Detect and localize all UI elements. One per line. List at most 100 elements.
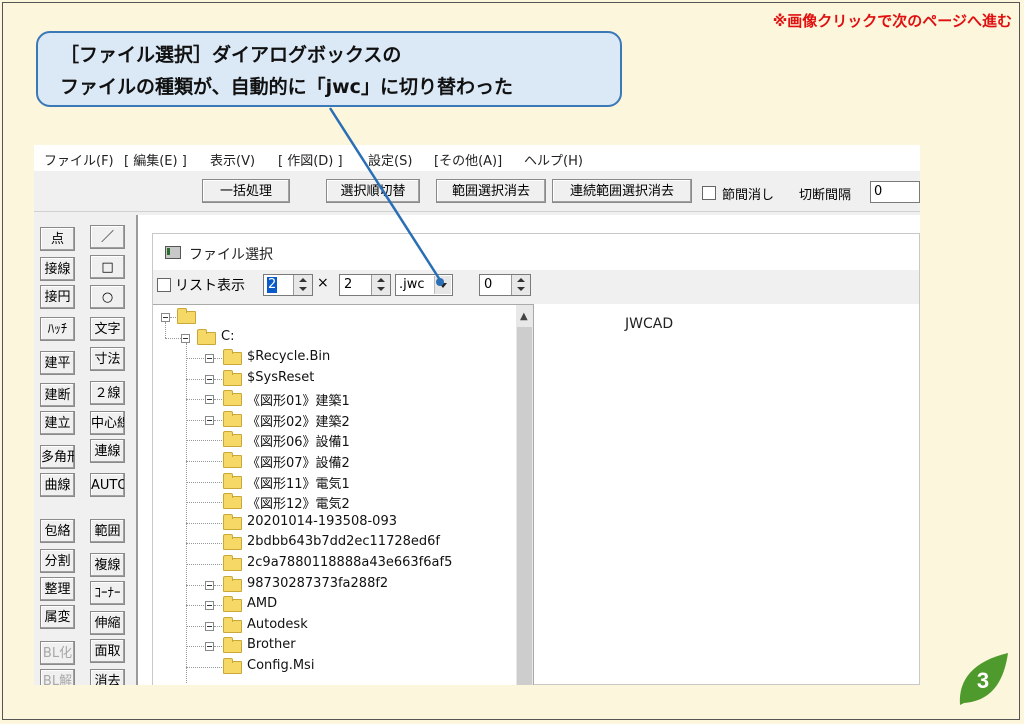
tree-connector	[186, 605, 204, 607]
chevron-up-icon[interactable]: ▲	[520, 311, 528, 322]
tree-folder-item[interactable]: 《図形11》電気1	[247, 473, 350, 492]
folder-icon	[223, 431, 242, 448]
tree-folder-item[interactable]: 《図形01》建築1	[247, 390, 350, 409]
expand-icon[interactable]	[205, 354, 214, 363]
tool-button-col2-10[interactable]: 複線	[90, 553, 125, 577]
segment-clear-checkbox[interactable]	[702, 186, 716, 200]
tree-connector	[186, 625, 204, 627]
selection-order-toggle-button[interactable]: 選択順切替	[326, 179, 420, 203]
expand-icon[interactable]	[205, 374, 214, 384]
next-page-note[interactable]: ※画像クリックで次のページへ進む	[773, 10, 1012, 31]
menu-item-0[interactable]: ファイル(F)	[44, 150, 114, 169]
tree-connector	[170, 317, 176, 318]
tool-button-col1-0[interactable]: 点	[40, 227, 75, 251]
tree-folder-item[interactable]: 《図形12》電気2	[247, 493, 350, 512]
tree-folder-item[interactable]: Brother	[247, 637, 296, 652]
collapse-drive-icon[interactable]	[181, 334, 190, 343]
tool-button-col1-7[interactable]: 多角形	[40, 445, 75, 469]
tree-scrollbar[interactable]: ▲	[516, 305, 533, 685]
rows-spin-buttons[interactable]	[293, 275, 312, 295]
dialog-titlebar: ファイル選択	[153, 234, 919, 270]
chevron-down-icon[interactable]	[434, 276, 451, 294]
tree-folder-item[interactable]: 《図形06》設備1	[247, 431, 350, 450]
tool-button-col2-2[interactable]: ○	[90, 285, 125, 309]
expand-icon[interactable]	[205, 601, 214, 611]
menu-item-3[interactable]: [ 作図(D) ]	[278, 150, 343, 169]
rows-value: 2	[267, 277, 278, 293]
expand-icon[interactable]	[205, 580, 214, 590]
folder-icon	[177, 308, 196, 324]
expand-icon[interactable]	[205, 415, 214, 425]
drive-label[interactable]: C:	[221, 329, 234, 344]
tree-connector	[165, 322, 166, 338]
tree-folder-item[interactable]: 2bdbb643b7dd2ec11728ed6f	[247, 534, 440, 549]
menu-item-1[interactable]: [ 編集(E) ]	[124, 150, 187, 169]
tool-button-col1-12[interactable]: 属変	[40, 605, 75, 629]
tree-folder-item[interactable]: 《図形02》建築2	[247, 411, 350, 430]
folder-icon	[223, 472, 242, 489]
menu-item-4[interactable]: 設定(S)	[368, 150, 412, 169]
tree-folder-item[interactable]: 《図形07》設備2	[247, 452, 350, 471]
tool-button-col2-4[interactable]: 寸法	[90, 347, 125, 371]
cols-spin-buttons[interactable]	[371, 275, 390, 295]
callout-line-1: ［ファイル選択］ダイアログボックスの	[60, 44, 402, 66]
tool-button-col2-9[interactable]: 範囲	[90, 519, 125, 543]
scrollbar-thumb[interactable]	[517, 327, 532, 685]
tool-button-col2-14[interactable]: 消去	[90, 669, 125, 685]
tool-button-col1-1[interactable]: 接線	[40, 257, 75, 281]
folder-icon	[223, 575, 242, 592]
tool-button-col1-14[interactable]: BL解	[40, 669, 75, 685]
tool-button-col2-5[interactable]: ２線	[90, 381, 125, 405]
menu-item-6[interactable]: ヘルプ(H)	[524, 150, 583, 169]
file-type-dropdown[interactable]: .jwc	[395, 274, 453, 296]
folder-icon	[223, 410, 242, 427]
tool-button-col1-10[interactable]: 分割	[40, 549, 75, 573]
tool-button-col1-6[interactable]: 建立	[40, 411, 75, 435]
tree-folder-item[interactable]: $Recycle.Bin	[247, 349, 330, 364]
list-view-checkbox[interactable]	[157, 278, 171, 292]
cut-interval-label: 切断間隔	[799, 188, 852, 203]
tool-button-col1-9[interactable]: 包絡	[40, 519, 75, 543]
rows-spinbox[interactable]: 2	[263, 274, 313, 296]
number-spin-buttons[interactable]	[511, 275, 530, 295]
expand-icon[interactable]	[205, 642, 214, 652]
tool-button-col2-8[interactable]: AUTO	[90, 473, 125, 497]
cols-spinbox[interactable]: 2	[339, 274, 391, 296]
tree-folder-item[interactable]: $SysReset	[247, 370, 314, 385]
tool-button-col2-11[interactable]: ｺｰﾅｰ	[90, 581, 125, 605]
tool-button-col2-0[interactable]: ／	[90, 225, 125, 249]
tool-button-col1-2[interactable]: 接円	[40, 285, 75, 309]
tree-folder-item[interactable]: 2c9a7880118888a43e663f6af5	[247, 555, 452, 570]
tree-folder-item[interactable]: 20201014-193508-093	[247, 514, 397, 529]
tool-button-col2-1[interactable]: □	[90, 255, 125, 279]
tree-folder-item[interactable]: Autodesk	[247, 617, 308, 632]
menu-item-5[interactable]: [その他(A)]	[434, 150, 502, 169]
collapse-root-icon[interactable]	[161, 313, 170, 322]
page-number-badge[interactable]: 3	[952, 651, 1010, 707]
expand-icon[interactable]	[205, 621, 214, 631]
tool-button-col1-8[interactable]: 曲線	[40, 473, 75, 497]
tool-button-col1-3[interactable]: ﾊｯﾁ	[40, 317, 75, 341]
batch-process-button[interactable]: 一括処理	[202, 179, 290, 203]
tool-button-col1-5[interactable]: 建断	[40, 383, 75, 407]
number-spinbox[interactable]: 0	[479, 274, 531, 296]
tool-button-col2-3[interactable]: 文字	[90, 317, 125, 341]
continuous-range-clear-button[interactable]: 連続範囲選択消去	[552, 179, 692, 203]
tool-button-col1-11[interactable]: 整理	[40, 577, 75, 601]
tree-folder-item[interactable]: AMD	[247, 596, 277, 611]
tree-connector	[214, 378, 222, 380]
range-selection-clear-button[interactable]: 範囲選択消去	[436, 179, 546, 203]
tree-folder-item[interactable]: Config.Msi	[247, 658, 314, 673]
tool-button-col2-13[interactable]: 面取	[90, 639, 125, 663]
cut-interval-input[interactable]: 0	[870, 181, 920, 203]
app-screenshot: ファイル(F) [ 編集(E) ] 表示(V) [ 作図(D) ] 設定(S) [その他(…	[34, 145, 920, 685]
tool-button-col1-4[interactable]: 建平	[40, 351, 75, 375]
tool-button-col2-6[interactable]: 中心線	[90, 411, 125, 435]
tool-button-col2-12[interactable]: 伸縮	[90, 611, 125, 635]
tool-button-col2-7[interactable]: 連線	[90, 439, 125, 463]
menu-item-2[interactable]: 表示(V)	[210, 150, 255, 169]
tool-button-col1-13[interactable]: BL化	[40, 641, 75, 665]
tree-connector	[214, 419, 222, 421]
tree-folder-item[interactable]: 98730287373fa288f2	[247, 576, 388, 591]
expand-icon[interactable]	[205, 395, 214, 405]
